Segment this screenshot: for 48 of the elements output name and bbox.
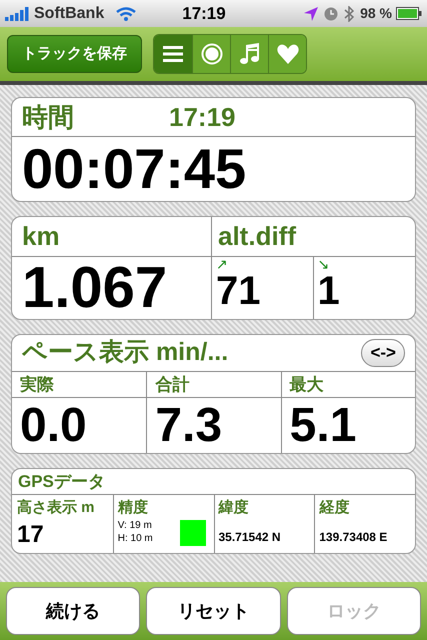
bluetooth-icon — [344, 6, 354, 22]
alarm-clock-icon — [324, 6, 338, 20]
toggle-button[interactable]: <-> — [361, 339, 405, 367]
battery-percent: 98 % — [360, 4, 392, 23]
menu-icon — [163, 46, 183, 62]
horizontal-accuracy: H: 10 m — [118, 532, 153, 545]
current-time: 17:19 — [169, 100, 236, 134]
vertical-accuracy: V: 19 m — [118, 520, 153, 532]
battery-icon — [396, 7, 422, 20]
pace-label: 実際 — [20, 374, 54, 396]
pace-label: 合計 — [155, 374, 190, 396]
segment-button[interactable] — [268, 35, 306, 73]
segment-button[interactable] — [230, 35, 268, 73]
signal-icon — [5, 6, 31, 20]
pace-value: 5.1 — [290, 402, 356, 450]
altitude-diff-label: alt.diff — [218, 220, 296, 253]
segment-button[interactable] — [154, 35, 192, 73]
pace-label: 最大 — [290, 374, 324, 396]
pace-title: ペース表示 min/... — [22, 337, 228, 368]
altitude-value: 17 — [17, 520, 45, 550]
latitude-label: 緯度 — [218, 498, 250, 518]
pace-value: 7.3 — [155, 402, 222, 450]
wifi-icon — [116, 6, 136, 20]
longitude-value: 139.73408 E — [319, 528, 388, 546]
record-icon — [200, 43, 222, 65]
action-button[interactable]: リセット — [146, 587, 281, 635]
ascent-arrow: ↗ — [216, 257, 228, 271]
ascent-value: 71 — [216, 271, 262, 311]
elapsed-time: 00:07:45 — [22, 141, 246, 197]
segment-button[interactable] — [192, 35, 230, 73]
latitude-value: 35.71542 N — [218, 528, 282, 546]
distance-unit: km — [22, 220, 60, 253]
pace-value: 0.0 — [20, 402, 87, 450]
carrier-name: SoftBank — [34, 4, 104, 24]
heart-icon — [276, 44, 298, 64]
time-title: 時間 — [22, 100, 74, 134]
save-track-button[interactable]: トラックを保存 — [7, 35, 142, 73]
clock: 17:19 — [182, 2, 226, 25]
accuracy-label: 精度 — [118, 498, 149, 518]
descent-arrow: ↘ — [318, 257, 330, 271]
location-arrow-icon — [304, 6, 318, 20]
longitude-label: 経度 — [319, 498, 350, 518]
action-button[interactable]: 続ける — [6, 587, 140, 635]
altitude-label: 高さ表示 m — [17, 498, 96, 518]
distance-value: 1.067 — [22, 259, 168, 317]
gps-title: GPSデータ — [18, 470, 105, 493]
music-note-icon — [240, 43, 260, 65]
descent-value: 1 — [318, 271, 341, 311]
